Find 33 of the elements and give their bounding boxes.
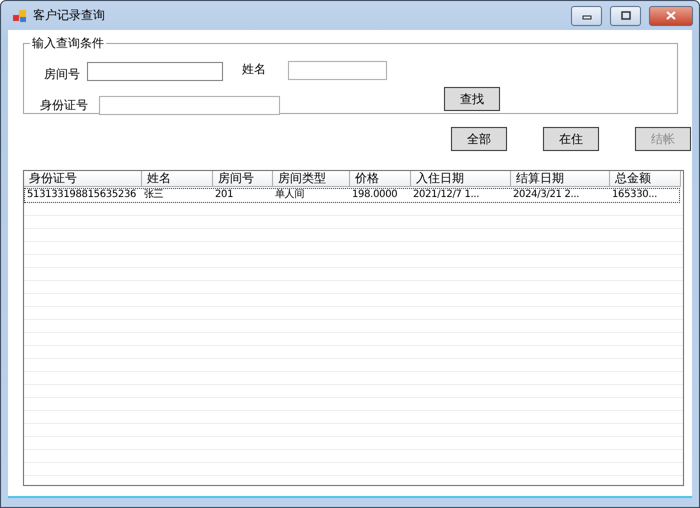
close-icon <box>666 11 676 20</box>
id-label: 身份证号 <box>40 97 88 114</box>
minimize-button[interactable] <box>571 6 602 26</box>
column-header[interactable]: 房间号 <box>213 171 273 187</box>
window-title: 客户记录查询 <box>33 7 106 24</box>
id-input[interactable] <box>99 96 280 115</box>
column-header[interactable]: 身份证号 <box>24 171 142 187</box>
column-header[interactable]: 入住日期 <box>411 171 511 187</box>
name-label: 姓名 <box>242 61 266 78</box>
table-cell-text: 2021/12/7 1... <box>412 189 480 202</box>
table-cell-text: 201 <box>214 189 234 202</box>
column-header[interactable]: 姓名 <box>142 171 213 187</box>
search-button[interactable]: 查找 <box>444 87 500 111</box>
room-input[interactable] <box>87 62 223 81</box>
maximize-button[interactable] <box>610 6 641 26</box>
table-cell-text: 2024/3/21 2... <box>512 189 580 202</box>
table-cell-text: 165330... <box>611 189 658 202</box>
table-cell-text: 513133198815635236 <box>26 189 138 202</box>
close-button[interactable] <box>649 6 693 26</box>
column-header[interactable]: 总金额 <box>610 171 681 187</box>
room-label: 房间号 <box>44 66 80 83</box>
table-cell-text: 单人间 <box>274 189 306 202</box>
column-header[interactable]: 房间类型 <box>273 171 350 187</box>
app-icon <box>13 8 27 22</box>
column-header[interactable]: 价格 <box>350 171 411 187</box>
filter-button[interactable]: 在住 <box>543 127 599 151</box>
filter-button[interactable]: 全部 <box>451 127 507 151</box>
name-input[interactable] <box>288 61 387 80</box>
maximize-icon <box>620 11 630 20</box>
table-cell-text: 198.0000 <box>351 189 398 202</box>
table-cell-text: 张三 <box>143 189 164 202</box>
group-title: 输入查询条件 <box>31 35 105 52</box>
column-header[interactable]: 结算日期 <box>511 171 610 187</box>
